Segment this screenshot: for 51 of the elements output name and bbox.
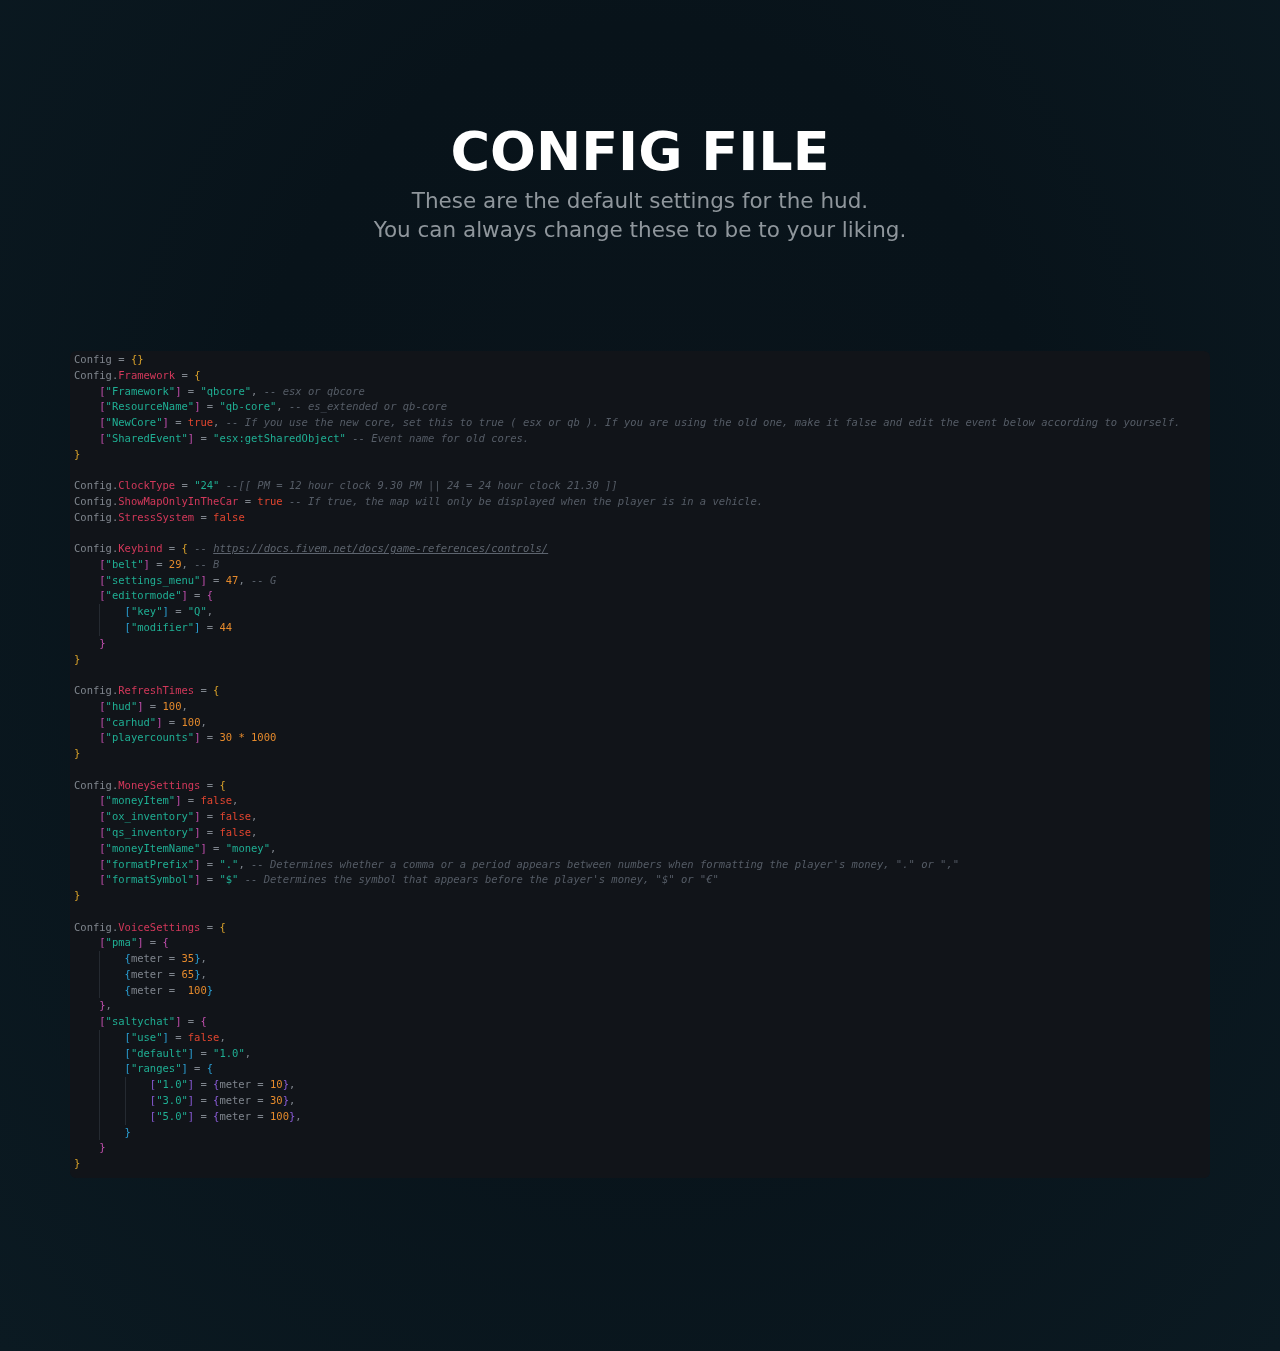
link[interactable]: https://docs.fivem.net/docs/game-references/controls/ [213, 542, 549, 555]
code-line: {meter = 100} [74, 982, 214, 999]
code-line: } [74, 1156, 81, 1172]
code-line: Config.Keybind = { -- https://docs.fivem.net/docs/game-references/controls/ [74, 541, 549, 557]
code-line: Config.MoneySettings = { [74, 777, 226, 793]
code-line: {meter = 65}, [74, 966, 207, 983]
code-line: ["ox_inventory"] = false, [98, 809, 258, 825]
code-line: ["NewCore"] = true, -- If you use the new core, set this to true ( esx or qb ). If you are using the old one, make it false and edit the event below according to yourself. [98, 415, 1181, 431]
code-line: ["modifier"] = 44 [74, 620, 233, 636]
code-line: Config.RefreshTimes = { [74, 683, 220, 699]
code-line: ["belt"] = 29, -- B [98, 556, 220, 572]
code-line: } [98, 1140, 106, 1156]
code-line: ["moneyItemName"] = "money", [98, 840, 277, 856]
code-line: ["ranges"] = { [74, 1061, 214, 1078]
code-line: Config.VoiceSettings = { [74, 919, 226, 935]
code-line: ["formatPrefix"] = ".", -- Determines whether a comma or a period appears between numbers when formatting the player's money, "." or "," [98, 856, 960, 872]
code-line: } [74, 1124, 131, 1141]
code-line: ["carhud"] = 100, [98, 714, 207, 730]
subtitle: These are the default settings for the hud. [411, 187, 869, 215]
subtitle: You can always change these to be to your liking. [373, 216, 907, 244]
code-line: ["editormode"] = { [98, 588, 214, 604]
code-line: ["use"] = false, [74, 1029, 226, 1046]
code-line: } [74, 651, 81, 667]
code-line: ["1.0"] = {meter = 10}, [74, 1077, 296, 1093]
code-line: ["3.0"] = {meter = 30}, [74, 1093, 296, 1109]
code-line: ["moneyItem"] = false, [98, 793, 239, 809]
code-line: } [74, 888, 81, 904]
code-line: {meter = 35}, [74, 951, 207, 967]
code-line: } [98, 635, 106, 651]
code-line: Config.ShowMapOnlyInTheCar = true -- If true, the map will only be displayed when the player is in a vehicle. [74, 493, 764, 509]
code-line: ["5.0"] = {meter = 100}, [74, 1108, 302, 1125]
code-line: Config.StressSystem = false [74, 509, 245, 525]
code-line: Config.Framework = { [74, 367, 201, 383]
code-line: ["pma"] = { [98, 935, 169, 951]
code-line: ["key"] = "Q", [74, 604, 214, 620]
code-line: ["formatSymbol"] = "$" -- Determines the symbol that appears before the player's money, "$" or "€" [98, 872, 719, 888]
code-line: ["SharedEvent"] = "esx:getSharedObject" -- Event name for old cores. [98, 430, 530, 446]
code-line: ["Framework"] = "qbcore", -- esx or qbcore [98, 383, 365, 399]
code-line: ["ResourceName"] = "qb-core", -- es_extended or qb-core [98, 399, 448, 415]
code-line: } [74, 446, 81, 462]
code-line: Config.ClockType = "24" --[[ PM = 12 hour clock 9.30 PM || 24 = 24 hour clock 21.30 ]] [74, 478, 618, 494]
code-line: ["saltychat"] = { [98, 1014, 207, 1030]
code-line: Config = {} [74, 352, 144, 367]
code-line: ["qs_inventory"] = false, [98, 824, 258, 841]
code-line: ["default"] = "1.0", [74, 1045, 252, 1062]
page-title: CONFIG FILE [450, 120, 830, 184]
code-line: ["hud"] = 100, [98, 698, 188, 714]
code-line: }, [98, 998, 112, 1014]
code-line: ["playercounts"] = 30 * 1000 [98, 730, 277, 746]
code-line: ["settings_menu"] = 47, -- G [98, 572, 277, 589]
code-line: } [74, 746, 81, 762]
